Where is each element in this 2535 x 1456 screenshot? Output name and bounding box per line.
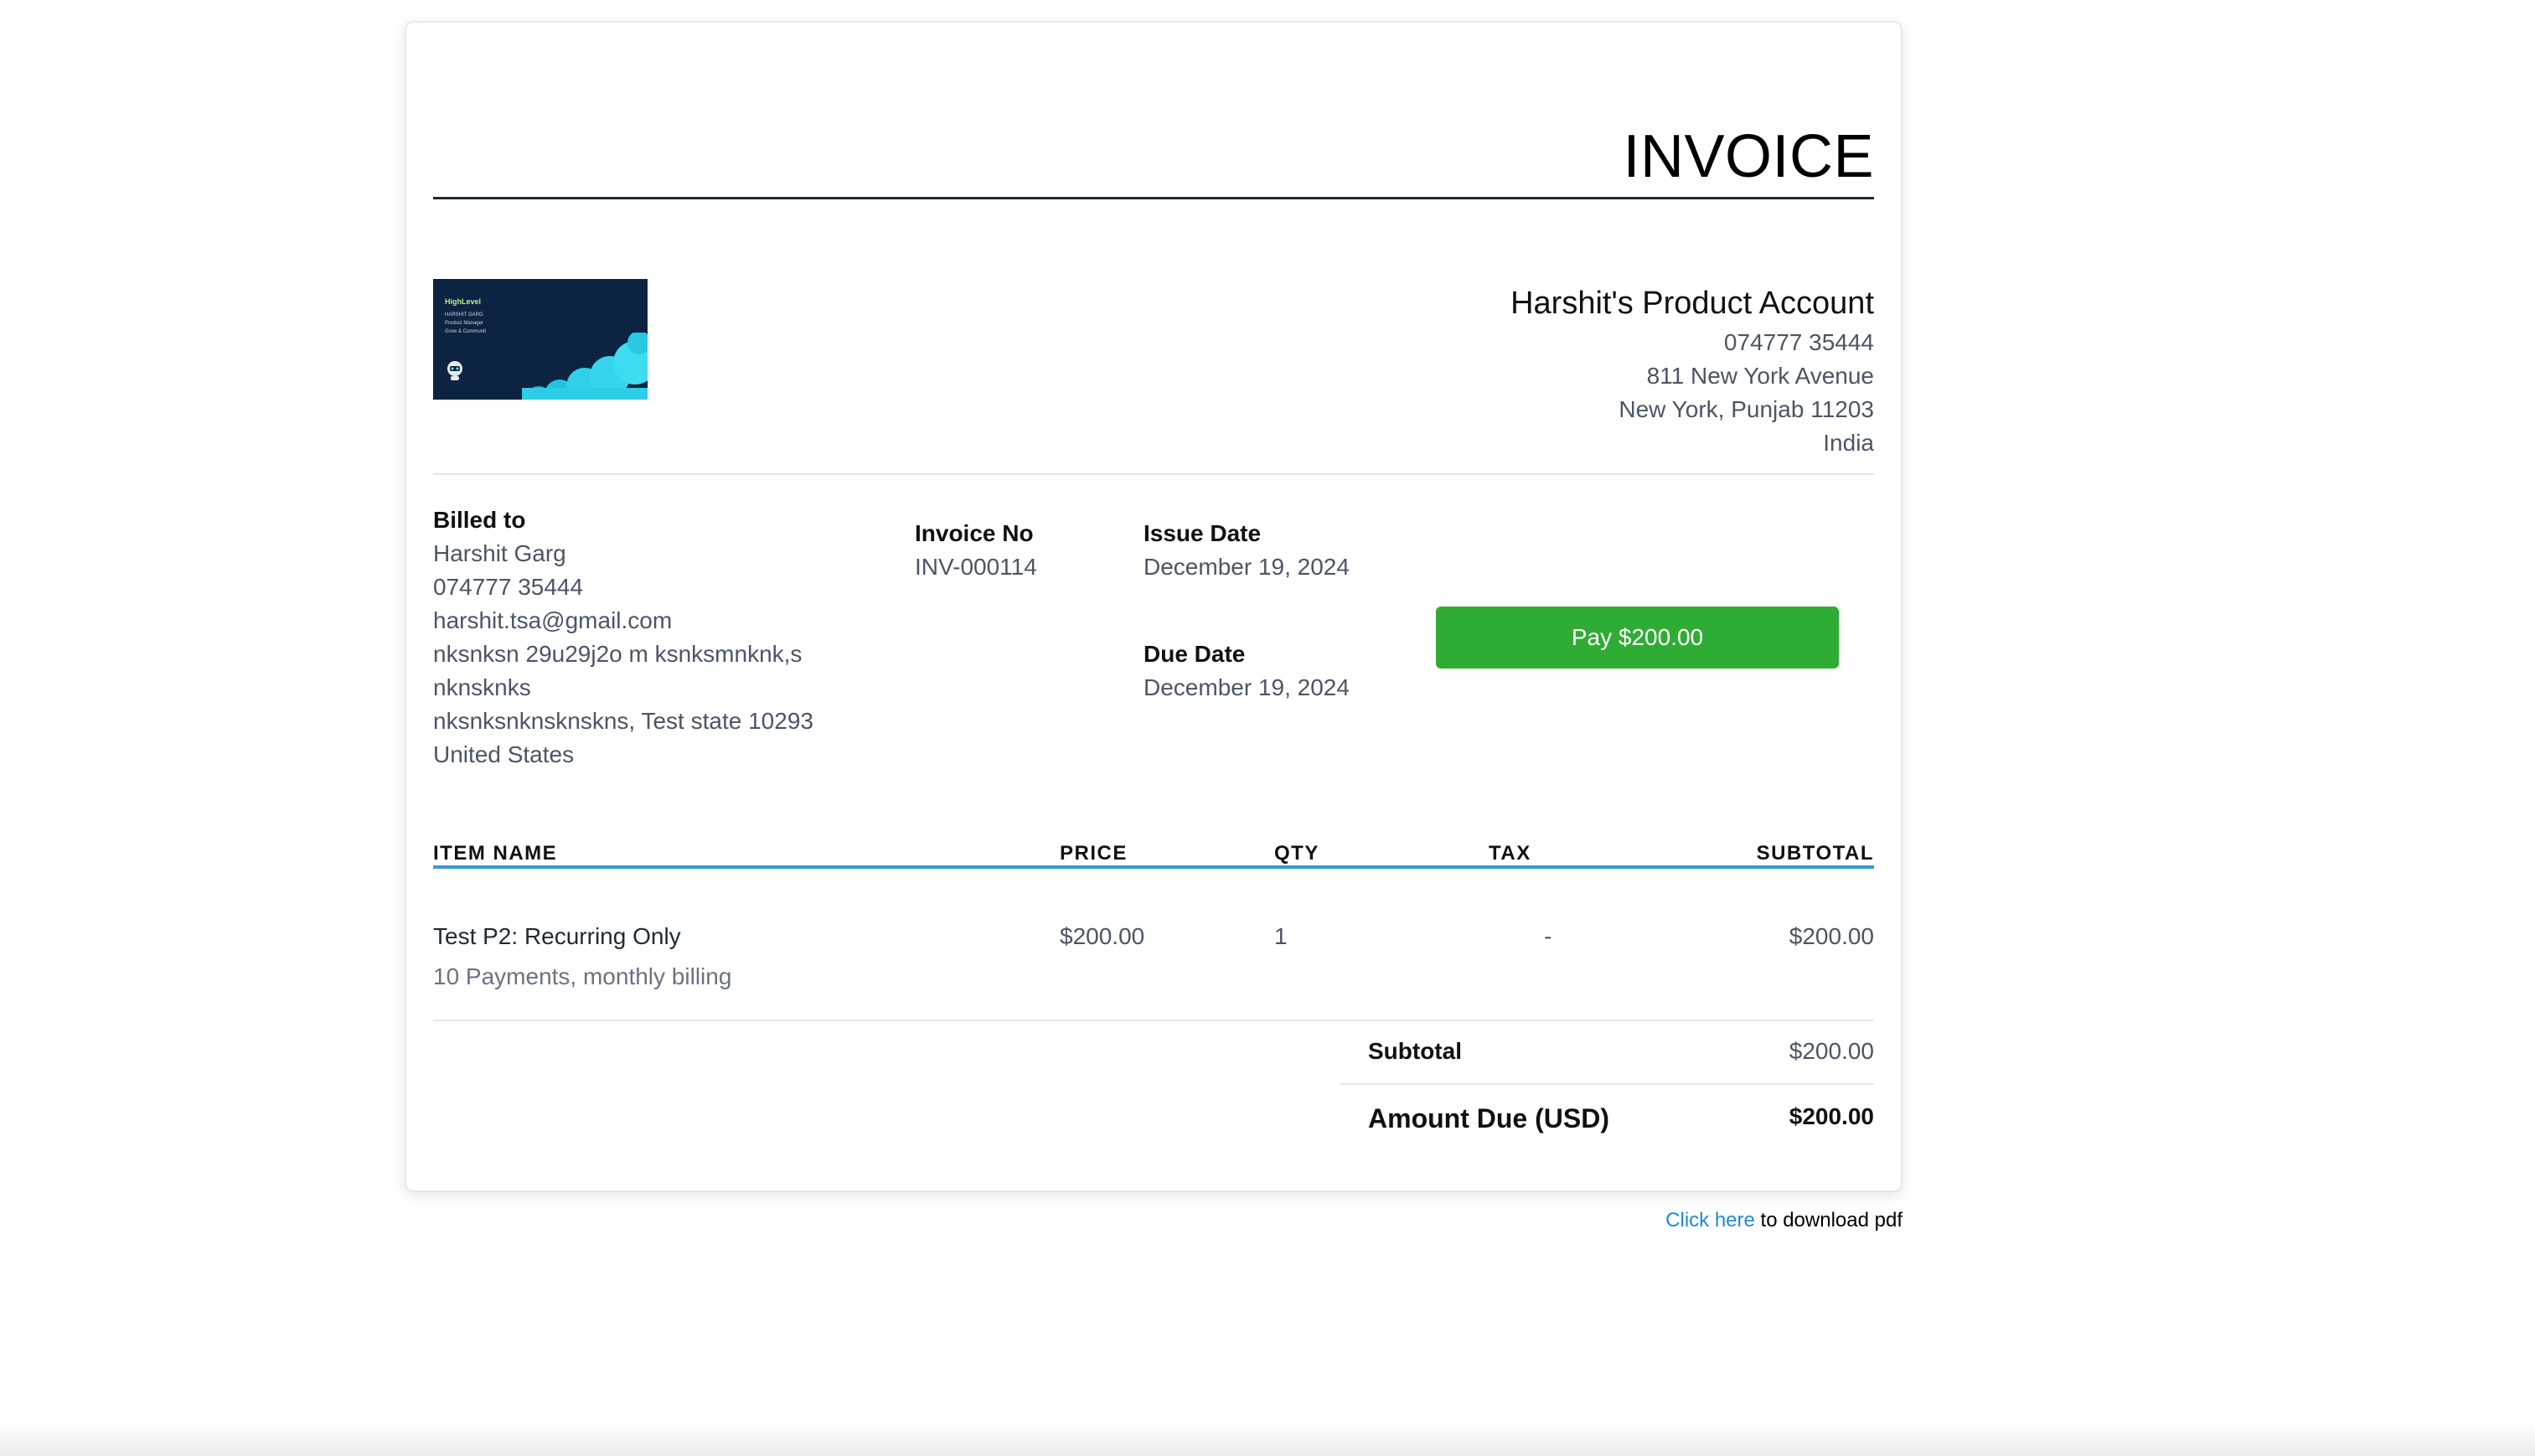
logo-line: HARSHIT GARG [445, 312, 483, 318]
column-header-tax: TAX [1489, 842, 1531, 865]
billed-to-country: United States [433, 741, 575, 767]
item-name: Test P2: Recurring Only [433, 923, 681, 949]
due-date-label: Due Date [1144, 641, 1246, 667]
invoice-heading: INVOICE [1623, 123, 1874, 190]
column-header-subtotal: SUBTOTAL [1756, 842, 1874, 865]
invoice-no-label: Invoice No [915, 520, 1034, 546]
table-header-divider [433, 865, 1874, 869]
item-subtotal: $200.00 [1789, 923, 1874, 949]
billed-to-name: Harshit Garg [433, 540, 566, 566]
logo-brand: HighLevel [445, 297, 482, 306]
due-date-value: December 19, 2024 [1144, 674, 1350, 700]
summary-divider [1340, 1083, 1874, 1085]
logo-line: Grow & Communit [445, 329, 487, 334]
billed-to-address-line: nksnksnknsknskns, Test state 10293 [433, 708, 813, 734]
issue-date-label: Issue Date [1144, 520, 1262, 546]
company-logo: HighLevel HARSHIT GARG Product Manager G… [433, 279, 648, 400]
bottom-shadow [0, 1421, 2535, 1456]
pay-button[interactable]: Pay $200.00 [1436, 607, 1839, 669]
column-header-price: PRICE [1060, 842, 1128, 865]
download-pdf-suffix: to download pdf [1754, 1209, 1903, 1231]
subtotal-label: Subtotal [1368, 1038, 1462, 1064]
cloud-decoration-icon [522, 333, 648, 400]
subtotal-value: $200.00 [1789, 1038, 1874, 1064]
invoice-no-value: INV-000114 [915, 554, 1037, 580]
invoice-card: INVOICE HighLevel HARSHIT GARG Product M… [405, 21, 1903, 1192]
item-tax: - [1544, 923, 1552, 949]
issue-date-value: December 19, 2024 [1144, 554, 1350, 580]
item-price: $200.00 [1060, 923, 1145, 949]
item-description: 10 Payments, monthly billing [433, 963, 732, 989]
item-qty: 1 [1274, 923, 1288, 949]
billed-to-email: harshit.tsa@gmail.com [433, 607, 673, 633]
amount-due-value: $200.00 [1789, 1103, 1874, 1129]
column-header-item: ITEM NAME [433, 842, 558, 865]
billed-to-address-line: nksnksn 29u29j2o m ksnksmnknk,s [433, 641, 803, 667]
billed-to-label: Billed to [433, 507, 526, 533]
robot-icon [447, 361, 462, 380]
table-bottom-divider [433, 1020, 1874, 1021]
company-address-line: 811 New York Avenue [1646, 363, 1874, 389]
company-name: Harshit's Product Account [1510, 286, 1874, 321]
heading-divider [433, 197, 1874, 199]
company-country: India [1823, 430, 1874, 456]
company-phone: 074777 35444 [1723, 329, 1874, 355]
amount-due-label: Amount Due (USD) [1368, 1103, 1609, 1133]
logo-line: Product Manager [445, 321, 484, 326]
download-pdf-link[interactable]: Click here [1665, 1209, 1755, 1231]
section-divider [433, 473, 1874, 475]
billed-to-address-line: nknsknks [433, 674, 531, 700]
download-pdf-note: Click here to download pdf [1665, 1209, 1903, 1232]
column-header-qty: QTY [1274, 842, 1319, 865]
company-address-line: New York, Punjab 11203 [1619, 396, 1874, 422]
billed-to-phone: 074777 35444 [433, 574, 584, 600]
